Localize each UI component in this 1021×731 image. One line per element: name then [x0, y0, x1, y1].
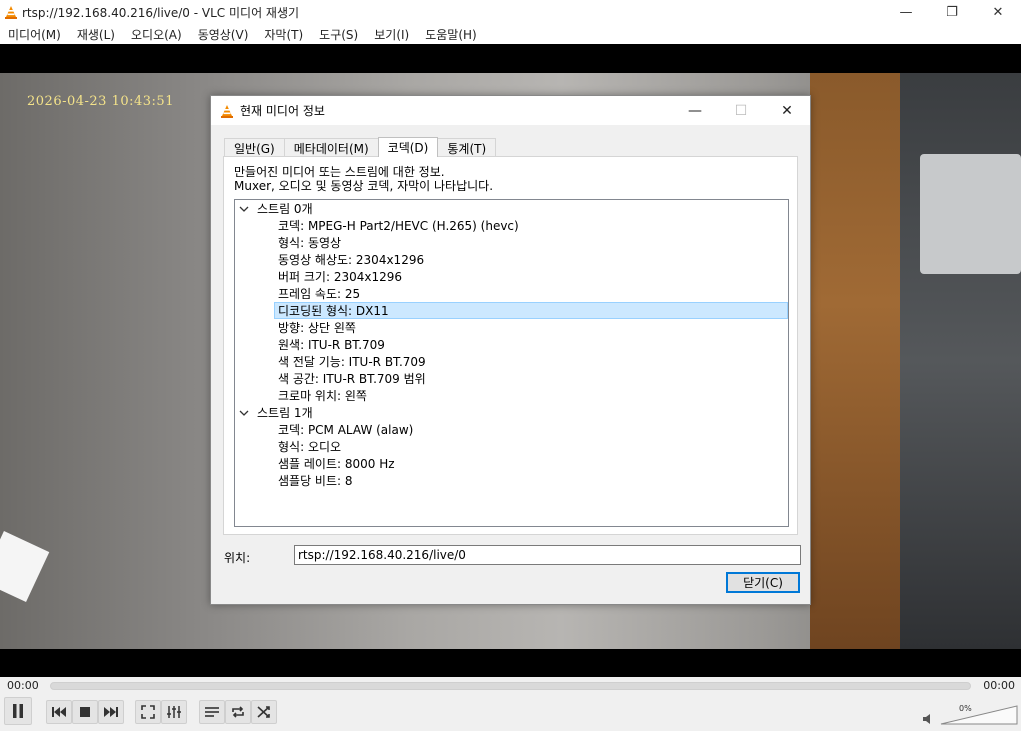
close-window-button[interactable]: ✕ — [975, 0, 1021, 24]
menu-view[interactable]: 보기(I) — [366, 26, 417, 43]
stream-1-label: 스트림 1개 — [257, 406, 313, 420]
minimize-button[interactable]: — — [883, 0, 929, 24]
previous-button[interactable] — [46, 700, 72, 724]
menu-audio[interactable]: 오디오(A) — [123, 26, 190, 43]
dialog-close-x-button[interactable]: ✕ — [764, 96, 810, 125]
location-label: 위치: — [224, 551, 251, 565]
tree-item[interactable]: 샘플당 비트: 8 — [278, 472, 353, 489]
restore-button[interactable]: ❐ — [929, 0, 975, 24]
menu-tools[interactable]: 도구(S) — [311, 26, 366, 43]
tab-statistics[interactable]: 통계(T) — [437, 138, 497, 157]
close-button[interactable]: 닫기(C) — [726, 572, 800, 593]
codec-tree[interactable]: 스트림 0개 코덱: MPEG-H Part2/HEVC (H.265) (he… — [234, 199, 789, 527]
tree-item[interactable]: 동영상 해상도: 2304x1296 — [278, 251, 424, 268]
window-title: rtsp://192.168.40.216/live/0 - VLC 미디어 재… — [22, 5, 300, 20]
stop-icon[interactable] — [79, 706, 91, 718]
next-icon[interactable] — [103, 706, 119, 718]
video-wood-shelf — [810, 73, 900, 649]
speaker-icon[interactable] — [922, 713, 934, 725]
tree-item[interactable]: 크로마 위치: 왼쪽 — [278, 387, 367, 404]
stream-0-label: 스트림 0개 — [257, 202, 313, 216]
codec-tab-panel: 만들어진 미디어 또는 스트림에 대한 정보. Muxer, 오디오 및 동영상… — [223, 156, 798, 535]
shuffle-icon[interactable] — [256, 705, 272, 719]
playback-controls: 00:00 00:00 0% — [0, 677, 1021, 731]
chevron-down-icon[interactable] — [239, 204, 249, 214]
shuffle-button[interactable] — [251, 700, 277, 724]
vlc-cone-icon — [221, 104, 233, 118]
extended-settings-button[interactable] — [161, 700, 187, 724]
elapsed-time: 00:00 — [7, 679, 39, 692]
osd-timestamp: 2026-04-23 10:43:51 — [27, 94, 174, 109]
dialog-title: 현재 미디어 정보 — [240, 104, 325, 118]
loop-icon[interactable] — [230, 705, 246, 719]
playlist-button[interactable] — [199, 700, 225, 724]
tree-item[interactable]: 버퍼 크기: 2304x1296 — [278, 268, 402, 285]
total-time: 00:00 — [983, 679, 1015, 692]
dialog-tabs: 일반(G) 메타데이터(M) 코덱(D) 통계(T) — [224, 137, 497, 157]
tree-item[interactable]: 색 공간: ITU-R BT.709 범위 — [278, 370, 426, 387]
playlist-icon[interactable] — [204, 705, 220, 719]
tree-item[interactable]: 코덱: MPEG-H Part2/HEVC (H.265) (hevc) — [278, 217, 519, 234]
tree-item[interactable]: 프레임 속도: 25 — [278, 285, 360, 302]
dialog-titlebar: 현재 미디어 정보 — ☐ ✕ — [211, 96, 810, 125]
tab-codec[interactable]: 코덱(D) — [377, 137, 439, 157]
tree-item[interactable]: 형식: 동영상 — [278, 234, 341, 251]
tree-item-selected[interactable]: 디코딩된 형식: DX11 — [274, 302, 788, 319]
tree-item[interactable]: 색 전달 기능: ITU-R BT.709 — [278, 353, 426, 370]
vlc-cone-icon — [5, 6, 17, 19]
extended-settings-icon[interactable] — [166, 705, 182, 719]
next-button[interactable] — [98, 700, 124, 724]
description-line-2: Muxer, 오디오 및 동영상 코덱, 자막이 나타납니다. — [234, 179, 494, 193]
stop-button[interactable] — [72, 700, 98, 724]
tree-item[interactable]: 원색: ITU-R BT.709 — [278, 336, 385, 353]
media-info-dialog: 현재 미디어 정보 — ☐ ✕ 일반(G) 메타데이터(M) 코덱(D) 통계(… — [210, 95, 811, 605]
volume-slider[interactable] — [940, 705, 1018, 725]
codec-description: 만들어진 미디어 또는 스트림에 대한 정보. Muxer, 오디오 및 동영상… — [234, 165, 493, 193]
tree-item[interactable]: 코덱: PCM ALAW (alaw) — [278, 421, 413, 438]
dialog-minimize-button[interactable]: — — [672, 96, 718, 125]
fullscreen-button[interactable] — [135, 700, 161, 724]
previous-icon[interactable] — [51, 706, 67, 718]
menu-video[interactable]: 동영상(V) — [190, 26, 257, 43]
tab-metadata[interactable]: 메타데이터(M) — [283, 138, 379, 157]
tree-item[interactable]: 샘플 레이트: 8000 Hz — [278, 455, 395, 472]
description-line-1: 만들어진 미디어 또는 스트림에 대한 정보. — [234, 165, 445, 179]
tree-stream-1[interactable]: 스트림 1개 — [239, 404, 313, 421]
menu-help[interactable]: 도움말(H) — [417, 26, 485, 43]
volume-percent: 0% — [959, 704, 972, 713]
menu-playback[interactable]: 재생(L) — [69, 26, 123, 43]
video-device — [920, 154, 1021, 274]
menu-media[interactable]: 미디어(M) — [0, 26, 69, 43]
tree-item[interactable]: 형식: 오디오 — [278, 438, 341, 455]
seek-slider[interactable] — [50, 682, 971, 690]
chevron-down-icon[interactable] — [239, 408, 249, 418]
dialog-maximize-button: ☐ — [734, 102, 748, 119]
menu-subtitle[interactable]: 자막(T) — [256, 26, 311, 43]
menu-bar: 미디어(M) 재생(L) 오디오(A) 동영상(V) 자막(T) 도구(S) 보… — [0, 24, 1021, 44]
location-field[interactable] — [294, 545, 801, 565]
window-titlebar: rtsp://192.168.40.216/live/0 - VLC 미디어 재… — [0, 0, 1021, 24]
tree-stream-0[interactable]: 스트림 0개 — [239, 200, 313, 217]
fullscreen-icon[interactable] — [141, 705, 155, 719]
tab-general[interactable]: 일반(G) — [224, 138, 285, 157]
tree-item[interactable]: 방향: 상단 왼쪽 — [278, 319, 356, 336]
loop-button[interactable] — [225, 700, 251, 724]
pause-icon[interactable] — [11, 703, 25, 719]
pause-button[interactable] — [4, 697, 32, 725]
